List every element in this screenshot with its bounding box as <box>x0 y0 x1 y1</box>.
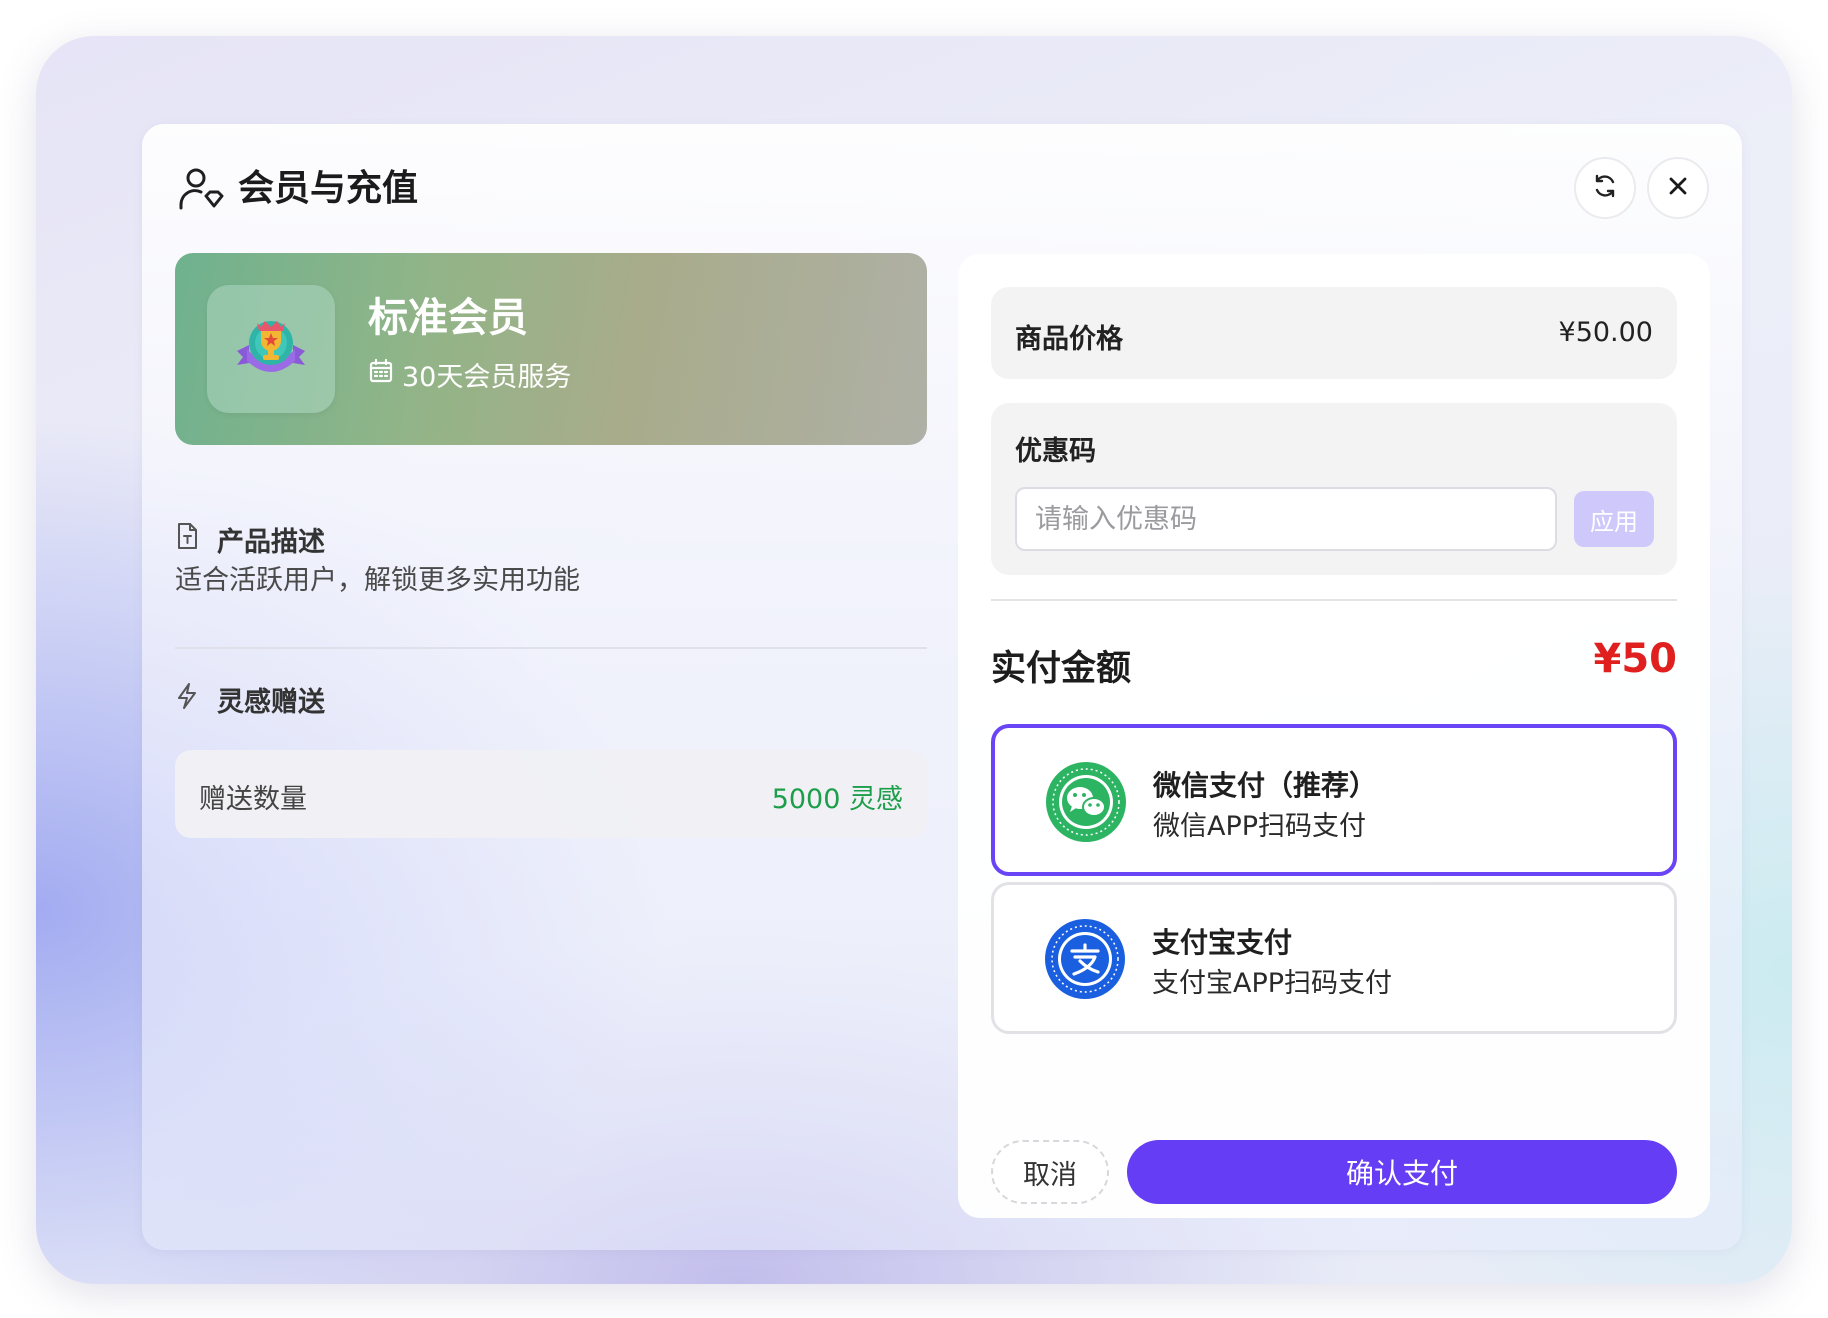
gift-heading: 灵感赠送 <box>175 680 325 719</box>
cancel-button[interactable]: 取消 <box>991 1140 1109 1204</box>
gift-heading-text: 灵感赠送 <box>217 687 325 718</box>
plan-name: 标准会员 <box>368 295 528 341</box>
gift-quantity-row: 赠送数量 5000 灵感 <box>175 750 927 838</box>
trophy-icon <box>229 305 313 393</box>
amount-due-label: 实付金额 <box>991 649 1132 689</box>
section-divider <box>175 647 927 649</box>
amount-due-value: ¥50 <box>1593 636 1678 682</box>
membership-dialog: 会员与充值 标准会员 30天会员服务 产品描述 适合活跃用户，解锁更多实用功能 … <box>142 124 1742 1250</box>
coupon-section: 优惠码 应用 <box>991 403 1677 575</box>
price-value: ¥50.00 <box>1558 317 1653 348</box>
member-plan-card: 标准会员 30天会员服务 <box>175 253 927 445</box>
description-text: 适合活跃用户，解锁更多实用功能 <box>175 565 580 596</box>
price-row: 商品价格 ¥50.00 <box>991 287 1677 379</box>
alipay-icon <box>1044 918 1126 1000</box>
wechat-pay-icon <box>1045 761 1127 843</box>
coupon-input[interactable] <box>1015 487 1557 551</box>
close-icon <box>1667 175 1689 201</box>
plan-badge <box>207 285 335 413</box>
wechat-pay-subtitle: 微信APP扫码支付 <box>1153 811 1367 842</box>
amount-divider <box>991 599 1677 601</box>
refresh-icon <box>1592 173 1618 203</box>
gift-quantity-label: 赠送数量 <box>199 784 307 815</box>
calendar-icon <box>368 358 394 391</box>
plan-duration: 30天会员服务 <box>368 355 571 394</box>
app-window: 会员与充值 标准会员 30天会员服务 产品描述 适合活跃用户，解锁更多实用功能 … <box>36 36 1792 1284</box>
apply-coupon-button[interactable]: 应用 <box>1574 491 1654 547</box>
lightning-icon <box>175 682 199 717</box>
alipay-title: 支付宝支付 <box>1152 926 1293 959</box>
payment-option-alipay[interactable]: 支付宝支付 支付宝APP扫码支付 <box>991 882 1677 1034</box>
description-heading-text: 产品描述 <box>217 527 325 558</box>
refresh-button[interactable] <box>1574 157 1636 219</box>
user-membership-icon <box>178 166 224 212</box>
dialog-title: 会员与充值 <box>238 168 419 209</box>
alipay-subtitle: 支付宝APP扫码支付 <box>1152 968 1393 999</box>
price-label: 商品价格 <box>1015 324 1123 355</box>
payment-option-wechat[interactable]: 微信支付（推荐） 微信APP扫码支付 <box>991 724 1677 876</box>
payment-panel: 商品价格 ¥50.00 优惠码 应用 实付金额 ¥50 <box>958 254 1710 1218</box>
coupon-label: 优惠码 <box>1015 436 1096 467</box>
description-heading: 产品描述 <box>175 520 325 559</box>
confirm-payment-button[interactable]: 确认支付 <box>1127 1140 1677 1204</box>
close-button[interactable] <box>1647 157 1709 219</box>
plan-duration-text: 30天会员服务 <box>402 362 572 393</box>
wechat-pay-title: 微信支付（推荐） <box>1153 769 1378 802</box>
document-icon <box>175 522 199 557</box>
gift-quantity-value: 5000 灵感 <box>771 784 903 815</box>
